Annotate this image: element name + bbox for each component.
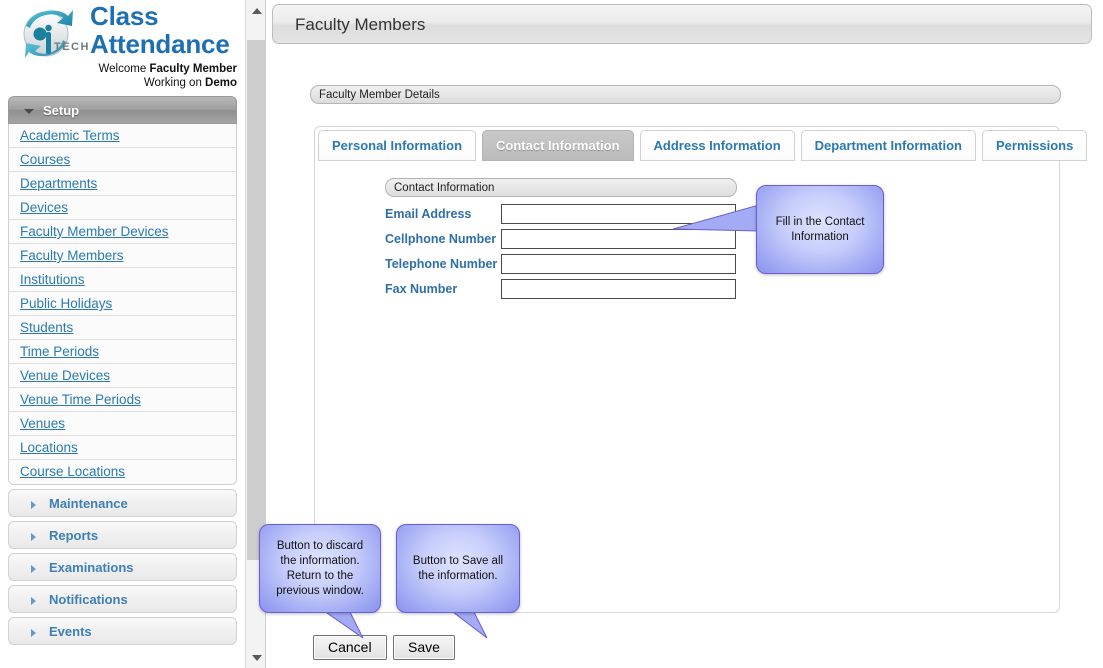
sidebar-section-examinations[interactable]: Examinations [8, 553, 237, 581]
sidebar-item-venues[interactable]: Venues [9, 412, 236, 436]
sidebar-item-venue-time-periods[interactable]: Venue Time Periods [9, 388, 236, 412]
main-content: Faculty Members Faculty Member Details P… [259, 0, 1103, 668]
sidebar-item-label[interactable]: Devices [20, 200, 68, 215]
sidebar-item-faculty-member-devices[interactable]: Faculty Member Devices [9, 220, 236, 244]
brand-title-line1: Class [90, 1, 159, 31]
chevron-right-icon [31, 629, 36, 637]
callout-text: Button to discard the information. Retur… [276, 539, 364, 597]
brand-title: Class Attendance [90, 2, 238, 58]
scroll-up-button[interactable] [246, 0, 267, 21]
sidebar-item-label[interactable]: Institutions [20, 272, 85, 287]
sidebar-item-label[interactable]: Time Periods [20, 344, 99, 359]
callout-cancel-button-help: Button to discard the information. Retur… [259, 524, 381, 613]
form-legend: Contact Information [385, 178, 737, 197]
details-panel-title: Faculty Member Details [310, 85, 1061, 104]
sidebar-section-maintenance[interactable]: Maintenance [8, 489, 237, 517]
working-line: Working on Demo [37, 76, 237, 90]
logo-wordmark: TECH [54, 41, 88, 53]
sidebar-item-academic-terms[interactable]: Academic Terms [9, 124, 236, 148]
sidebar-section-setup-label: Setup [43, 103, 80, 118]
sidebar-section-events[interactable]: Events [8, 617, 237, 645]
tab-permissions[interactable]: Permissions [982, 130, 1088, 161]
callout-text: Fill in the Contact Information [775, 215, 865, 243]
sidebar-menu-list: Academic Terms Courses Departments Devic… [8, 124, 237, 485]
sidebar-item-time-periods[interactable]: Time Periods [9, 340, 236, 364]
callout-tail-contact [673, 205, 759, 232]
sidebar-item-label[interactable]: Faculty Member Devices [20, 224, 169, 239]
callout-text: Button to Save all the information. [412, 554, 504, 582]
sidebar-item-label[interactable]: Public Holidays [20, 296, 112, 311]
sidebar-item-label[interactable]: Faculty Members [20, 248, 124, 263]
welcome-message: Welcome Faculty Member Working on Demo [37, 62, 237, 90]
sidebar-item-departments[interactable]: Departments [9, 172, 236, 196]
working-prefix: Working on [143, 77, 206, 89]
sidebar-item-label[interactable]: Courses [20, 152, 70, 167]
chevron-down-icon [251, 654, 262, 661]
tab-strip: Personal Information Contact Information… [318, 130, 1088, 161]
page-title: Faculty Members [272, 4, 1092, 44]
sidebar-item-locations[interactable]: Locations [9, 436, 236, 460]
sidebar-item-students[interactable]: Students [9, 316, 236, 340]
scroll-down-button[interactable] [246, 647, 267, 668]
sidebar-item-label[interactable]: Venue Devices [20, 368, 110, 383]
tab-address-information[interactable]: Address Information [639, 130, 795, 161]
sidebar-section-reports[interactable]: Reports [8, 521, 237, 549]
sidebar-section-notifications[interactable]: Notifications [8, 585, 237, 613]
field-label: Telephone Number [385, 257, 498, 271]
tab-label: Permissions [996, 138, 1074, 153]
iptech-globe-logo-icon: TECH [23, 10, 88, 58]
brand-header: TECH Class Attendance Welcome Faculty Me… [0, 0, 245, 96]
sidebar-section-label: Examinations [49, 560, 134, 575]
sidebar-item-public-holidays[interactable]: Public Holidays [9, 292, 236, 316]
scrollbar-thumb[interactable] [247, 40, 266, 560]
sidebar-section-label: Maintenance [49, 496, 128, 511]
chevron-right-icon [31, 565, 36, 573]
brand-title-line2: Attendance [90, 29, 230, 59]
chevron-up-icon [251, 7, 262, 14]
chevron-right-icon [31, 597, 36, 605]
sidebar-item-label[interactable]: Academic Terms [20, 128, 120, 143]
sidebar: TECH Class Attendance Welcome Faculty Me… [0, 0, 245, 668]
sidebar-item-institutions[interactable]: Institutions [9, 268, 236, 292]
fax-number-input[interactable] [501, 279, 736, 299]
tab-personal-information[interactable]: Personal Information [318, 130, 477, 161]
callout-save-button-help: Button to Save all the information. [396, 524, 520, 613]
field-label: Fax Number [385, 282, 458, 296]
sidebar-item-venue-devices[interactable]: Venue Devices [9, 364, 236, 388]
sidebar-item-label[interactable]: Course Locations [20, 464, 125, 479]
working-context: Demo [205, 77, 237, 89]
sidebar-item-faculty-members[interactable]: Faculty Members [9, 244, 236, 268]
sidebar-item-label[interactable]: Venue Time Periods [20, 392, 141, 407]
sidebar-section-label: Notifications [49, 592, 128, 607]
field-label: Email Address [385, 207, 472, 221]
tab-label: Department Information [814, 138, 962, 153]
welcome-line: Welcome Faculty Member [37, 62, 237, 76]
chevron-right-icon [31, 533, 36, 541]
sidebar-item-label[interactable]: Locations [20, 440, 78, 455]
sidebar-item-label[interactable]: Students [20, 320, 73, 335]
sidebar-section-setup[interactable]: Setup [8, 96, 237, 124]
chevron-down-icon [24, 109, 34, 114]
sidebar-item-label[interactable]: Venues [20, 416, 65, 431]
tab-department-information[interactable]: Department Information [800, 130, 976, 161]
tab-label: Contact Information [496, 138, 620, 153]
sidebar-item-courses[interactable]: Courses [9, 148, 236, 172]
sidebar-item-course-locations[interactable]: Course Locations [9, 460, 236, 484]
sidebar-section-label: Reports [49, 528, 99, 543]
tab-contact-information[interactable]: Contact Information [482, 130, 634, 161]
telephone-number-input[interactable] [501, 254, 736, 274]
sidebar-item-label[interactable]: Departments [20, 176, 97, 191]
chevron-right-icon [31, 501, 36, 509]
welcome-user: Faculty Member [149, 63, 237, 75]
field-label: Cellphone Number [385, 232, 497, 246]
app-root: TECH Class Attendance Welcome Faculty Me… [0, 0, 1103, 668]
tab-label: Address Information [653, 138, 781, 153]
welcome-prefix: Welcome [98, 63, 150, 75]
sidebar-section-label: Events [49, 624, 92, 639]
tab-label: Personal Information [332, 138, 463, 153]
callout-contact-information: Fill in the Contact Information [756, 185, 884, 274]
sidebar-item-devices[interactable]: Devices [9, 196, 236, 220]
